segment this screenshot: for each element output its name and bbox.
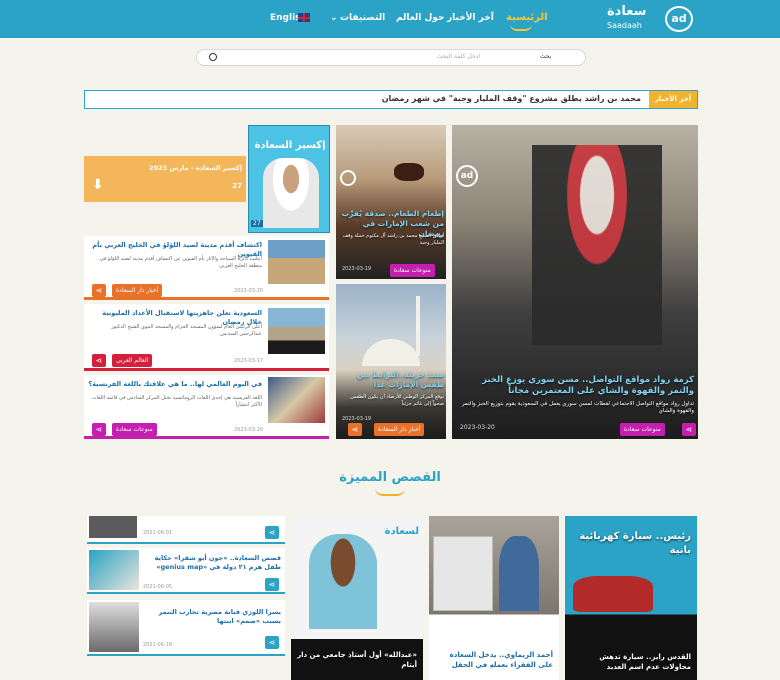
mini-list-item[interactable]: قصص السعادة.. «جون أبو شقرا» حكاية طفل ه… [87,548,285,594]
featured-smile-icon [375,488,405,496]
share-icon[interactable]: ⋖ [92,423,106,436]
share-icon[interactable]: ⋖ [682,423,696,436]
nav-latest[interactable]: آخر الأخبار [447,13,494,23]
magazine-download[interactable]: إكسير السعادة - مارس 2023 27 ⬇ [84,156,246,202]
mini-title[interactable]: قصص السعادة.. «جون أبو شقرا» حكاية طفل ه… [143,554,281,572]
list-item-category[interactable]: أخبار دار السعادة [112,284,163,297]
list-item-date: 2023-03-17 [234,358,264,364]
list-item-summary: أعلن الرئيس العام لشؤون المسجد الحرام وا… [111,324,262,337]
news-ticker: آخر الأخبار محمد بن راشد يطلق مشروع "وقف… [84,90,698,109]
watermark-icon: ad [456,165,478,187]
story2-category[interactable]: منوعات سعادة [390,264,435,277]
story-image [499,536,539,611]
main-story-title[interactable]: كرمة رواد مواقع التواصل.. مسن سوري يوزع … [458,375,694,397]
featured-story-top: لسعادة [384,526,419,537]
story3-summary: توقع المركز الوطني للأرصاد أن يكون الطقس… [350,394,444,407]
list-item-image [268,240,325,284]
story3-date: 2023-03-19 [342,416,372,422]
share-icon[interactable]: ⋖ [92,354,106,367]
featured-story[interactable]: رئيس.. سيارة كهربائية بانية القدس رايز..… [565,516,697,680]
story-card[interactable]: إطعام الطعام.. صدقة يُقرِّب من شعب الإما… [336,125,446,279]
magazine-cover-title: إكسير السعادة [254,140,326,151]
share-icon[interactable]: ⋖ [348,423,362,436]
chevron-down-icon: ⌄ [330,13,338,23]
mini-date: 2021-06-05 [143,584,173,590]
featured-story[interactable]: لسعادة «عبدالله» أول أستاذ جامعي من دار … [291,516,423,680]
download-icon[interactable]: ⬇ [92,178,106,192]
nav-world[interactable]: حول العالم [396,13,444,23]
story3-title[interactable]: صمد جزيئة..الترابط بين طقس الإمارات غدا [340,370,444,390]
featured-story-title[interactable]: «عبدالله» أول أستاذ جامعي من دار أيتام [297,650,417,670]
main-story-summary: تداول رواد مواقع التواصل الاجتماعي لقطات… [461,401,694,414]
logo[interactable]: ad سعادة Saadaah [605,4,693,34]
main-story-category[interactable]: منوعات سعادة [620,423,665,436]
magazine-cover[interactable]: إكسير السعادة 27 [248,125,330,233]
ticker-text[interactable]: محمد بن راشد يطلق مشروع "وقف المليار وجب… [382,94,641,103]
magazine-cover-photo [263,158,319,228]
nav-home[interactable]: الرئيسية [506,12,548,23]
dates-image [394,163,424,181]
story2-summary: أطلق الشيخ محمد بن راشد آل مكتوم حملة وق… [342,233,444,246]
search-input[interactable]: ادخل كلمة البحث [437,53,480,60]
list-item-date: 2023-03-20 [234,288,264,294]
list-item[interactable]: في اليوم العالمي لها.. ما هي علاقتك بالل… [84,375,329,439]
list-item-summary: اللغة الفرنسية هي إحدى اللغات الرومانسية… [91,395,262,408]
list-item[interactable]: السعودية تعلن جاهزيتها لاستقبال الأعداد … [84,304,329,371]
featured-story-top: رئيس.. سيارة كهربائية بانية [579,531,691,556]
ticker-label: آخر الأخبار [649,91,697,108]
mini-list-item[interactable]: يسرا اللوزي فنانة مصرية تحارب التنمر بسب… [87,600,285,656]
main-story[interactable]: ad كرمة رواد مواقع التواصل.. مسن سوري يو… [452,125,698,439]
story-image [309,534,377,629]
nav-home-smile-icon [510,24,532,31]
mini-image [89,550,139,590]
sketch-image [433,536,493,611]
mosque-image [346,324,436,366]
mini-date: 2021-06-01 [143,530,173,536]
logo-latin: Saadaah [607,21,642,30]
list-item-title[interactable]: في اليوم العالمي لها.. ما هي علاقتك بالل… [88,380,262,389]
mini-list-item[interactable]: 2021-06-01 ⋖ [87,516,285,544]
minaret [416,296,420,356]
search-icon[interactable] [209,53,217,61]
magazine-cover-number: 27 [251,220,263,227]
top-header: ad سعادة Saadaah الرئيسية آخر الأخبار حو… [0,0,780,38]
main-story-date: 2023-03-20 [460,424,495,431]
share-icon[interactable]: ⋖ [92,284,106,297]
story-image [573,576,653,612]
logo-arabic: سعادة [607,4,647,19]
logo-emblem-icon: ad [665,6,693,32]
mini-title[interactable]: يسرا اللوزي فنانة مصرية تحارب التنمر بسب… [143,608,281,626]
mini-image [89,516,137,538]
mini-date: 2021-06-16 [143,642,173,648]
list-item-image [268,308,325,354]
featured-story-title[interactable]: القدس رايز.. سيارة تدهش محاولات عدم اسم … [571,652,691,672]
featured-story[interactable]: أحمد الريماوي.. يدخل السعادة على الفقراء… [429,516,559,680]
share-icon[interactable]: ⋖ [265,636,279,649]
list-item-date: 2023-03-20 [234,427,264,433]
story3-category[interactable]: أخبار دار السعادة [374,423,425,436]
search-bar[interactable]: بحث ادخل كلمة البحث [196,49,586,66]
mini-image [89,602,139,652]
share-icon[interactable]: ⋖ [265,526,279,539]
search-button[interactable]: بحث [540,53,551,60]
list-item-image [268,377,325,423]
story-card[interactable]: صمد جزيئة..الترابط بين طقس الإمارات غدا … [336,284,446,439]
featured-story-title[interactable]: أحمد الريماوي.. يدخل السعادة على الفقراء… [435,650,553,670]
list-item-category[interactable]: منوعات سعادة [112,423,157,436]
list-item-category[interactable]: العالم العربي [112,354,153,367]
uk-flag-icon [298,13,310,22]
nav-categories[interactable]: التصنيفات [340,13,385,23]
story-image [532,145,662,345]
list-item[interactable]: اكتشاف أقدم مدينة لصيد اللؤلؤ في الخليج … [84,236,329,300]
list-item-summary: أعلنت دائرة السياحة والآثار بأم القيوين … [99,256,262,269]
story2-date: 2023-03-19 [342,266,372,272]
featured-title: القصص المميزة [339,470,441,485]
magazine-number: 27 [232,182,242,190]
share-icon[interactable]: ⋖ [265,578,279,591]
watermark-icon [340,170,356,186]
magazine-title: إكسير السعادة - مارس 2023 [149,164,242,172]
